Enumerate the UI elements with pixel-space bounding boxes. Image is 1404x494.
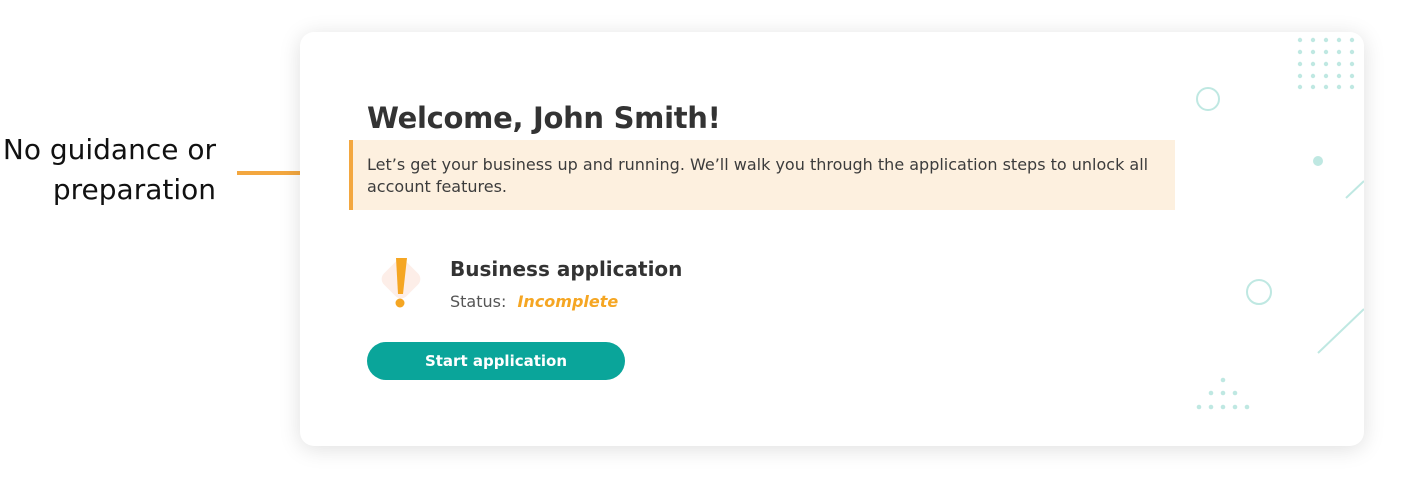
annotation-line-1: No guidance or bbox=[2, 133, 216, 166]
annotation-line-2: preparation bbox=[52, 173, 216, 206]
application-status: Status: Incomplete bbox=[450, 291, 618, 313]
start-application-button[interactable]: Start application bbox=[367, 342, 625, 380]
application-title: Business application bbox=[450, 257, 683, 281]
intro-callout: Let’s get your business up and running. … bbox=[349, 140, 1175, 210]
annotation-label: No guidance or preparation bbox=[0, 130, 216, 210]
status-label: Status: bbox=[450, 292, 507, 311]
exclamation-icon bbox=[368, 246, 434, 312]
page-title: Welcome, John Smith! bbox=[367, 101, 721, 135]
decorative-pattern bbox=[1196, 37, 1364, 410]
status-badge: Incomplete bbox=[517, 292, 619, 311]
welcome-card: Welcome, John Smith! Let’s get your busi… bbox=[300, 32, 1364, 446]
